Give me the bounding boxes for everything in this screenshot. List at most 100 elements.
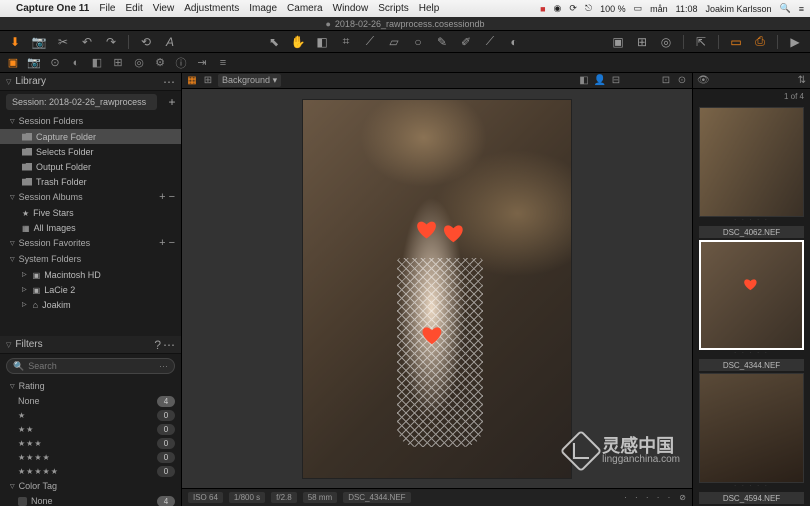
external-icon[interactable]: ⇱ [692, 34, 710, 50]
tree-five-stars[interactable]: Five Stars [0, 205, 181, 220]
tab-library[interactable]: ▣ [6, 56, 20, 70]
search-input[interactable]: 🔍 Search ⋯ [6, 358, 175, 374]
camera-icon[interactable]: 📷 [30, 34, 48, 50]
tab-adjust[interactable]: ⚙ [153, 56, 167, 70]
text-tool-icon[interactable]: A [161, 34, 179, 50]
menu-camera[interactable]: Camera [287, 3, 323, 14]
cursor-tool[interactable]: ⬉ [265, 34, 283, 50]
tree-home[interactable]: ▷Joakim [0, 297, 181, 312]
add-album-button[interactable]: + [159, 191, 165, 203]
session-albums-header[interactable]: ▽Session Albums +− [0, 189, 181, 205]
hand-tool[interactable]: ✋ [289, 34, 307, 50]
menu-window[interactable]: Window [333, 3, 369, 14]
thumbnail[interactable]: · · · · ·DSC_4062.NEF [699, 107, 804, 238]
slideshow-icon[interactable]: ▶ [786, 34, 804, 50]
straighten-tool[interactable]: ⟋ [361, 34, 379, 50]
tab-capture[interactable]: 📷 [27, 56, 41, 70]
gradient-tool[interactable]: ⟋ [481, 34, 499, 50]
rating-filter-row[interactable]: ★★★★0 [0, 450, 181, 464]
notification-icon[interactable]: ≡ [799, 4, 804, 14]
filters-panel-header[interactable]: ▽Filters ?⋯ [0, 336, 181, 354]
panel-menu-icon[interactable]: ⋯ [163, 75, 175, 89]
compare-icon[interactable]: ⊟ [610, 75, 622, 87]
add-session-button[interactable]: + [163, 95, 181, 109]
session-folders-header[interactable]: ▽Session Folders [0, 113, 181, 129]
view-multi-icon[interactable]: ⊞ [202, 75, 214, 87]
status-time[interactable]: 11:08 [676, 4, 698, 14]
tab-metadata[interactable]: ⓘ [174, 56, 188, 70]
thumb-rating-dots[interactable]: · · · · · [699, 350, 804, 359]
status-day[interactable]: mån [650, 4, 668, 14]
focus-mask-icon[interactable]: ◎ [657, 34, 675, 50]
crop-tool[interactable]: ⌗ [337, 34, 355, 50]
remove-album-button[interactable]: − [169, 191, 175, 203]
status-user[interactable]: Joakim Karlsson [705, 4, 771, 14]
rating-dots[interactable]: · · · · · [624, 493, 673, 502]
menu-file[interactable]: File [99, 3, 115, 14]
menu-help[interactable]: Help [419, 3, 440, 14]
remove-fav-button[interactable]: − [169, 237, 175, 249]
eraser-tool[interactable]: ◐ [505, 34, 523, 50]
filters-menu-icon[interactable]: ⋯ [163, 338, 175, 352]
undo-button[interactable]: ↶ [78, 34, 96, 50]
menu-adjustments[interactable]: Adjustments [184, 3, 239, 14]
tree-selects-folder[interactable]: Selects Folder [0, 144, 181, 159]
color-tag-none-icon[interactable]: ⊘ [679, 493, 686, 502]
tree-all-images[interactable]: All Images [0, 220, 181, 235]
thumb-rating-dots[interactable]: · · · · · [699, 217, 804, 226]
exposure-warn-icon[interactable]: ▣ [609, 34, 627, 50]
process-button[interactable]: ▭ [727, 34, 745, 50]
tab-exposure[interactable]: ◧ [90, 56, 104, 70]
layers-icon[interactable]: ◧ [313, 34, 331, 50]
thumbnail[interactable]: · · · · ·DSC_4344.NEF [699, 240, 804, 371]
rating-filter-row[interactable]: ★★★0 [0, 436, 181, 450]
print-button[interactable]: ⎙ [751, 34, 769, 50]
spot-tool[interactable]: ○ [409, 34, 427, 50]
rating-filter-row[interactable]: ★0 [0, 408, 181, 422]
menu-scripts[interactable]: Scripts [378, 3, 409, 14]
search-menu-icon[interactable]: ⋯ [159, 361, 168, 372]
dropbox-icon[interactable]: ◉ [554, 3, 562, 14]
menu-image[interactable]: Image [249, 3, 277, 14]
tab-local[interactable]: ◎ [132, 56, 146, 70]
tree-trash-folder[interactable]: Trash Folder [0, 174, 181, 189]
eyedropper-tool[interactable]: ✐ [457, 34, 475, 50]
add-fav-button[interactable]: + [159, 237, 165, 249]
grid-icon[interactable]: ⊞ [633, 34, 651, 50]
brush-tool[interactable]: ✎ [433, 34, 451, 50]
session-selector[interactable]: Session: 2018-02-26_rawprocess [6, 94, 157, 110]
tree-output-folder[interactable]: Output Folder [0, 159, 181, 174]
import-button[interactable]: ⬇ [6, 34, 24, 50]
tree-lacie[interactable]: ▷LaCie 2 [0, 282, 181, 297]
thumb-rating-dots[interactable]: · · · · · [699, 483, 804, 492]
wifi-icon[interactable]: ⎋ [585, 3, 592, 14]
zoom-fit-icon[interactable]: ⊙ [676, 75, 688, 87]
sync-icon[interactable]: ⟳ [569, 3, 577, 14]
app-name[interactable]: Capture One 11 [16, 3, 89, 14]
color-tag-header[interactable]: ▽Color Tag [0, 478, 181, 494]
system-folders-header[interactable]: ▽System Folders [0, 251, 181, 267]
rating-filter-row[interactable]: ★★0 [0, 422, 181, 436]
keystone-tool[interactable]: ▱ [385, 34, 403, 50]
tab-color[interactable]: ◐ [69, 56, 83, 70]
filters-help-icon[interactable]: ? [154, 338, 161, 352]
tab-lens[interactable]: ⊙ [48, 56, 62, 70]
reset-icon[interactable]: ⟲ [137, 34, 155, 50]
tab-batch[interactable]: ≡ [216, 56, 230, 70]
proof-icon[interactable]: ◧ [578, 75, 590, 87]
session-favorites-header[interactable]: ▽Session Favorites +− [0, 235, 181, 251]
browser-sort-icon[interactable]: ⇅ [798, 75, 806, 86]
tab-details[interactable]: ⊞ [111, 56, 125, 70]
tree-macintosh-hd[interactable]: ▷Macintosh HD [0, 267, 181, 282]
rating-filter-row[interactable]: None4 [0, 394, 181, 408]
redo-button[interactable]: ↷ [102, 34, 120, 50]
library-panel-header[interactable]: ▽ Library ⋯ [0, 73, 181, 91]
tab-output[interactable]: ⇥ [195, 56, 209, 70]
color-tag-filter-row[interactable]: None4 [0, 494, 181, 506]
menu-edit[interactable]: Edit [125, 3, 142, 14]
spotlight-icon[interactable]: 🔍 [780, 3, 791, 14]
cut-icon[interactable]: ✂ [54, 34, 72, 50]
viewer-canvas[interactable] [182, 89, 692, 488]
thumbnail[interactable]: · · · · ·DSC_4594.NEF [699, 373, 804, 504]
view-single-icon[interactable]: ▦ [186, 75, 198, 87]
